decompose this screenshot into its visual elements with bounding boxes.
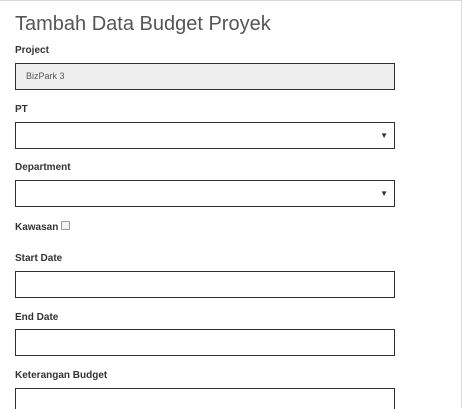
department-label: Department xyxy=(15,162,71,173)
department-select[interactable]: ▼ xyxy=(15,180,395,207)
kawasan-field: Kawasan xyxy=(15,220,71,234)
chevron-down-icon: ▼ xyxy=(380,131,388,140)
page-title: Tambah Data Budget Proyek xyxy=(15,13,271,35)
form-panel: Tambah Data Budget Proyek Project BizPar… xyxy=(0,0,462,409)
project-value: BizPark 3 xyxy=(26,71,65,81)
start-date-input[interactable] xyxy=(15,271,395,298)
pt-select[interactable]: ▼ xyxy=(15,122,395,149)
end-date-input[interactable] xyxy=(15,329,395,356)
project-field: BizPark 3 xyxy=(15,63,395,90)
keterangan-budget-input[interactable] xyxy=(15,388,395,409)
keterangan-budget-label: Keterangan Budget xyxy=(15,370,108,381)
end-date-label: End Date xyxy=(15,312,59,323)
chevron-down-icon: ▼ xyxy=(380,189,388,198)
pt-label: PT xyxy=(15,104,28,115)
kawasan-checkbox[interactable] xyxy=(61,220,71,230)
project-label: Project xyxy=(15,45,49,56)
kawasan-label: Kawasan xyxy=(15,222,59,233)
start-date-label: Start Date xyxy=(15,253,63,264)
